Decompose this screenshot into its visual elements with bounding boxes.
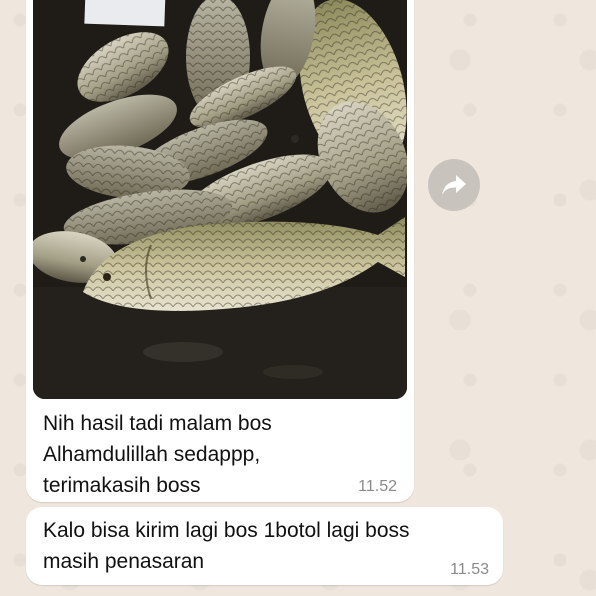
caption-line: terimakasih boss: [43, 474, 201, 497]
image-message-bubble[interactable]: Nih hasil tadi malam bos Alhamdulillah s…: [26, 0, 414, 502]
share-forward-icon: [442, 175, 466, 195]
forward-button[interactable]: [428, 159, 480, 211]
message-timestamp: 11.53: [450, 561, 489, 578]
message-line: Kalo bisa kirim lagi bos 1botol lagi bos…: [43, 519, 410, 542]
caption-line: Nih hasil tadi malam bos: [43, 412, 272, 435]
message-text: Kalo bisa kirim lagi bos 1botol lagi bos…: [43, 515, 483, 577]
image-caption: Nih hasil tadi malam bos Alhamdulillah s…: [43, 408, 383, 501]
message-line: masih penasaran: [43, 550, 205, 573]
message-timestamp: 11.52: [358, 478, 397, 495]
fish-photo[interactable]: [33, 0, 407, 399]
text-message-bubble[interactable]: Kalo bisa kirim lagi bos 1botol lagi bos…: [26, 507, 503, 585]
caption-line: Alhamdulillah sedappp,: [43, 443, 261, 466]
